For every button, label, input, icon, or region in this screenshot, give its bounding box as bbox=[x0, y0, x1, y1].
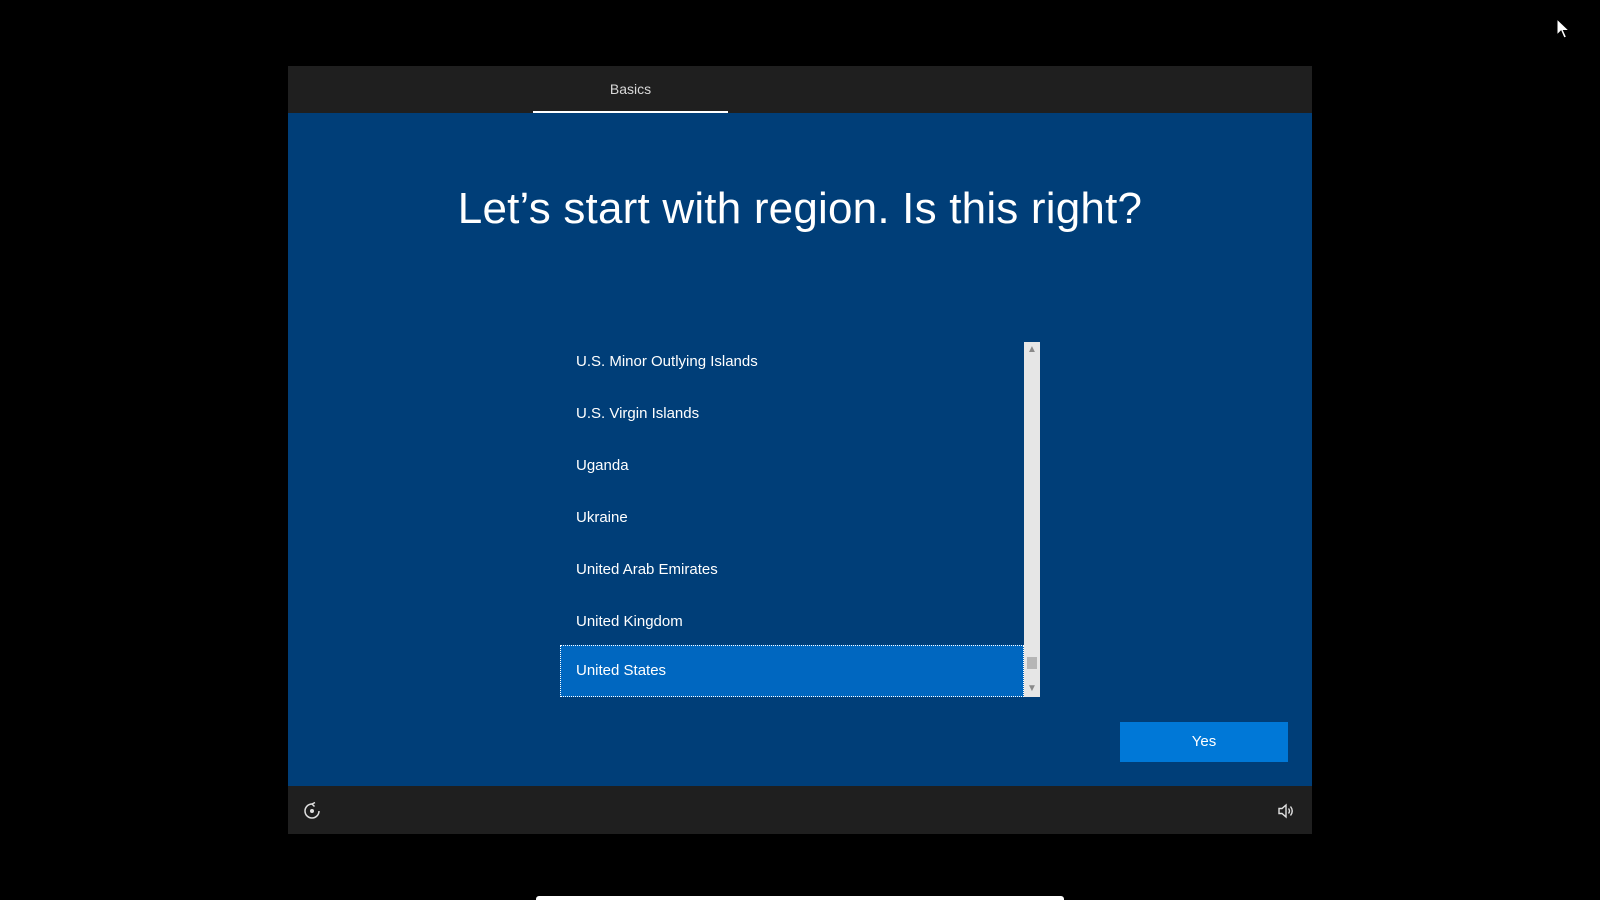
list-scrollbar[interactable]: ▲ ▼ bbox=[1024, 342, 1040, 697]
tab-basics[interactable]: Basics bbox=[533, 66, 728, 113]
setup-window: Basics Let’s start with region. Is this … bbox=[288, 66, 1312, 834]
scroll-down-icon[interactable]: ▼ bbox=[1024, 682, 1040, 696]
mouse-cursor-icon bbox=[1556, 18, 1571, 39]
region-list[interactable]: U.S. Minor Outlying Islands U.S. Virgin … bbox=[560, 342, 1040, 697]
yes-button[interactable]: Yes bbox=[1120, 722, 1288, 762]
ease-of-access-icon[interactable] bbox=[302, 801, 322, 821]
list-item[interactable]: United Kingdom bbox=[560, 596, 1024, 648]
volume-icon[interactable] bbox=[1276, 801, 1296, 821]
oobe-screen: Basics Let’s start with region. Is this … bbox=[0, 0, 1600, 900]
list-item[interactable]: U.S. Minor Outlying Islands bbox=[560, 342, 1024, 388]
scroll-thumb[interactable] bbox=[1027, 657, 1037, 669]
list-item[interactable]: Uganda bbox=[560, 440, 1024, 492]
list-item-selected[interactable]: United States bbox=[560, 645, 1024, 697]
scroll-up-icon[interactable]: ▲ bbox=[1024, 343, 1040, 357]
page-title: Let’s start with region. Is this right? bbox=[457, 184, 1143, 233]
list-item[interactable]: United Arab Emirates bbox=[560, 544, 1024, 596]
list-item[interactable]: U.S. Virgin Islands bbox=[560, 388, 1024, 440]
bottom-bar bbox=[288, 786, 1312, 834]
region-list-items: U.S. Minor Outlying Islands U.S. Virgin … bbox=[560, 342, 1024, 697]
bottom-edge-decoration bbox=[536, 896, 1064, 900]
list-item[interactable]: Ukraine bbox=[560, 492, 1024, 544]
top-bar: Basics bbox=[288, 66, 1312, 113]
